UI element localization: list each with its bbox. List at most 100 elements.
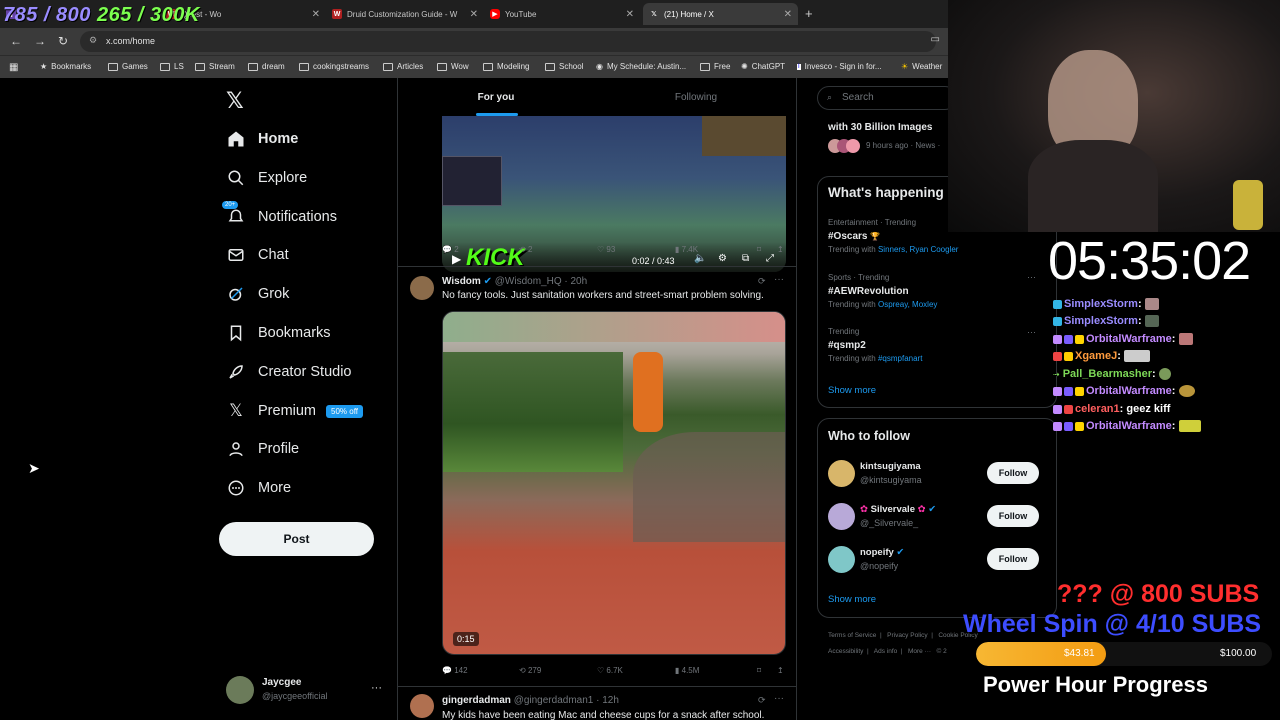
avatar[interactable] bbox=[226, 676, 254, 704]
post-more-icon[interactable]: ··· bbox=[774, 693, 784, 704]
trend-item[interactable]: Sports · Trending #AEWRevolution Trendin… bbox=[828, 273, 937, 309]
reply-button[interactable]: 💬 2 bbox=[442, 245, 519, 254]
avatar[interactable] bbox=[410, 276, 434, 300]
bookmark-item[interactable]: ★ Bookmarks bbox=[40, 62, 91, 71]
bookmark-item[interactable]: I Invesco - Sign in for... bbox=[797, 62, 882, 71]
nav-profile[interactable]: Profile bbox=[226, 434, 299, 464]
nav-home[interactable]: Home bbox=[226, 124, 298, 154]
share-icon[interactable]: ↥ bbox=[777, 666, 784, 675]
volume-icon[interactable]: 🔈 bbox=[694, 253, 706, 264]
bookmark-icon[interactable]: ⌑ bbox=[757, 245, 777, 254]
back-icon[interactable]: ← bbox=[10, 34, 22, 48]
author-handle[interactable]: @Wisdom_HQ bbox=[495, 276, 562, 287]
avatar[interactable] bbox=[410, 694, 434, 718]
suggest-name[interactable]: Silvervale bbox=[871, 504, 915, 515]
bookmark-item[interactable]: Free bbox=[700, 62, 730, 71]
bookmark-item[interactable]: dream bbox=[248, 62, 285, 71]
bookmark-item[interactable]: Articles bbox=[383, 62, 423, 71]
account-more-icon[interactable]: ··· bbox=[371, 682, 382, 694]
site-info-icon[interactable]: ⚙ bbox=[89, 35, 97, 46]
show-more-link[interactable]: Show more bbox=[828, 594, 876, 605]
nav-notifications[interactable]: 20+ Notifications bbox=[222, 201, 337, 232]
author-handle[interactable]: @gingerdadman1 bbox=[514, 695, 594, 706]
trend-item[interactable]: Trending #qsmp2 Trending with #qsmpfanar… bbox=[828, 327, 922, 363]
search-input[interactable]: ⌕ Search bbox=[817, 86, 957, 110]
follow-button[interactable]: Follow bbox=[987, 505, 1039, 527]
bookmark-item[interactable]: LS bbox=[160, 62, 184, 71]
bookmark-item[interactable]: Wow bbox=[437, 62, 469, 71]
reply-button[interactable]: 💬 142 bbox=[442, 666, 519, 675]
bookmark-item[interactable]: Stream bbox=[195, 62, 235, 71]
trend-item[interactable]: Entertainment · Trending #Oscars 🏆 Trend… bbox=[828, 218, 958, 254]
follow-button[interactable]: Follow bbox=[987, 548, 1039, 570]
footer-link[interactable]: Accessibility bbox=[828, 648, 863, 655]
show-more-link[interactable]: Show more bbox=[828, 385, 876, 396]
close-icon[interactable]: ✕ bbox=[312, 9, 320, 20]
bookmark-icon[interactable]: ⌑ bbox=[757, 666, 777, 675]
close-icon[interactable]: ✕ bbox=[784, 9, 792, 20]
author-name[interactable]: Wisdom bbox=[442, 276, 481, 287]
trend-more-icon[interactable]: ··· bbox=[1027, 327, 1036, 337]
nav-more[interactable]: More bbox=[226, 473, 291, 503]
nav-creator-studio[interactable]: Creator Studio bbox=[226, 357, 352, 387]
bookmark-item[interactable]: cookingstreams bbox=[299, 62, 369, 71]
suggest-name[interactable]: kintsugiyama bbox=[860, 461, 921, 472]
footer-link[interactable]: Privacy Policy bbox=[887, 632, 927, 639]
play-icon[interactable]: ▶ bbox=[452, 252, 461, 266]
suggest-name[interactable]: nopeify bbox=[860, 547, 894, 558]
close-icon[interactable]: ✕ bbox=[470, 9, 478, 20]
post-button[interactable]: Post bbox=[219, 522, 374, 556]
repost-button[interactable]: ⟲ 2 bbox=[519, 245, 597, 254]
post-time[interactable]: · 20h bbox=[564, 276, 587, 287]
tab-for-you[interactable]: For you bbox=[398, 78, 594, 116]
nav-bookmarks[interactable]: Bookmarks bbox=[226, 318, 331, 348]
like-button[interactable]: ♡ 93 bbox=[597, 245, 675, 254]
nav-grok[interactable]: Grok bbox=[226, 279, 289, 309]
tab-youtube[interactable]: ▶ YouTube ✕ bbox=[484, 3, 640, 25]
close-icon[interactable]: ✕ bbox=[626, 9, 634, 20]
post-time[interactable]: · 12h bbox=[596, 695, 619, 706]
tab-x-home[interactable]: 𝕏 (21) Home / X ✕ bbox=[643, 3, 798, 25]
share-icon[interactable]: ↥ bbox=[777, 245, 784, 254]
folder-icon bbox=[248, 62, 258, 71]
trend-more-icon[interactable]: ··· bbox=[1027, 272, 1036, 282]
tab-druid[interactable]: W Druid Customization Guide - W ✕ bbox=[326, 3, 484, 25]
nav-chat[interactable]: Chat bbox=[226, 240, 289, 270]
author-name[interactable]: gingerdadman bbox=[442, 695, 511, 706]
settings-icon[interactable]: ⚙ bbox=[718, 253, 727, 264]
address-bar[interactable]: ⚙ x.com/home ▭ bbox=[80, 31, 940, 52]
pip-icon[interactable]: ⧉ bbox=[742, 253, 749, 264]
bookmark-item[interactable]: ◉ My Schedule: Austin... bbox=[596, 62, 686, 71]
footer-link[interactable]: More ··· bbox=[908, 648, 931, 655]
reload-icon[interactable]: ↻ bbox=[58, 34, 68, 48]
footer-link[interactable]: Terms of Service bbox=[828, 632, 876, 639]
post-video[interactable]: 0:15 bbox=[442, 311, 786, 655]
grok-icon[interactable]: ⟳ bbox=[758, 276, 766, 287]
views-button[interactable]: ▮ 7.4K bbox=[675, 245, 757, 254]
tab-following[interactable]: Following bbox=[598, 78, 794, 116]
bookmark-item[interactable]: ☀ Weather bbox=[901, 62, 942, 71]
follow-button[interactable]: Follow bbox=[987, 462, 1039, 484]
views-button[interactable]: ▮ 4.5M bbox=[675, 666, 757, 675]
like-button[interactable]: ♡ 6.7K bbox=[597, 666, 675, 675]
avatar[interactable] bbox=[828, 546, 855, 573]
forward-icon[interactable]: → bbox=[34, 34, 46, 48]
x-logo-icon[interactable]: 𝕏 bbox=[226, 88, 244, 114]
bookmark-item[interactable]: Games bbox=[108, 62, 148, 71]
avatar[interactable] bbox=[828, 503, 855, 530]
cast-icon[interactable]: ▭ bbox=[931, 34, 940, 45]
footer-link[interactable]: Ads info bbox=[874, 648, 898, 655]
bookmark-item[interactable]: Modeling bbox=[483, 62, 529, 71]
avatar[interactable] bbox=[828, 460, 855, 487]
nav-premium[interactable]: 𝕏 Premium 50% off bbox=[226, 396, 363, 426]
repost-button[interactable]: ⟲ 279 bbox=[519, 666, 597, 675]
bookmark-item[interactable]: School bbox=[545, 62, 583, 71]
grok-icon[interactable]: ⟳ bbox=[758, 695, 766, 706]
bookmark-item[interactable]: ✺ ChatGPT bbox=[741, 62, 785, 71]
news-title[interactable]: with 30 Billion Images bbox=[828, 122, 932, 133]
nav-explore[interactable]: Explore bbox=[226, 163, 307, 193]
apps-icon[interactable]: ▦ bbox=[9, 62, 18, 73]
new-tab-button[interactable]: + bbox=[805, 6, 813, 21]
post-more-icon[interactable]: ··· bbox=[774, 274, 784, 285]
fullscreen-icon[interactable]: ⤢ bbox=[766, 253, 774, 264]
